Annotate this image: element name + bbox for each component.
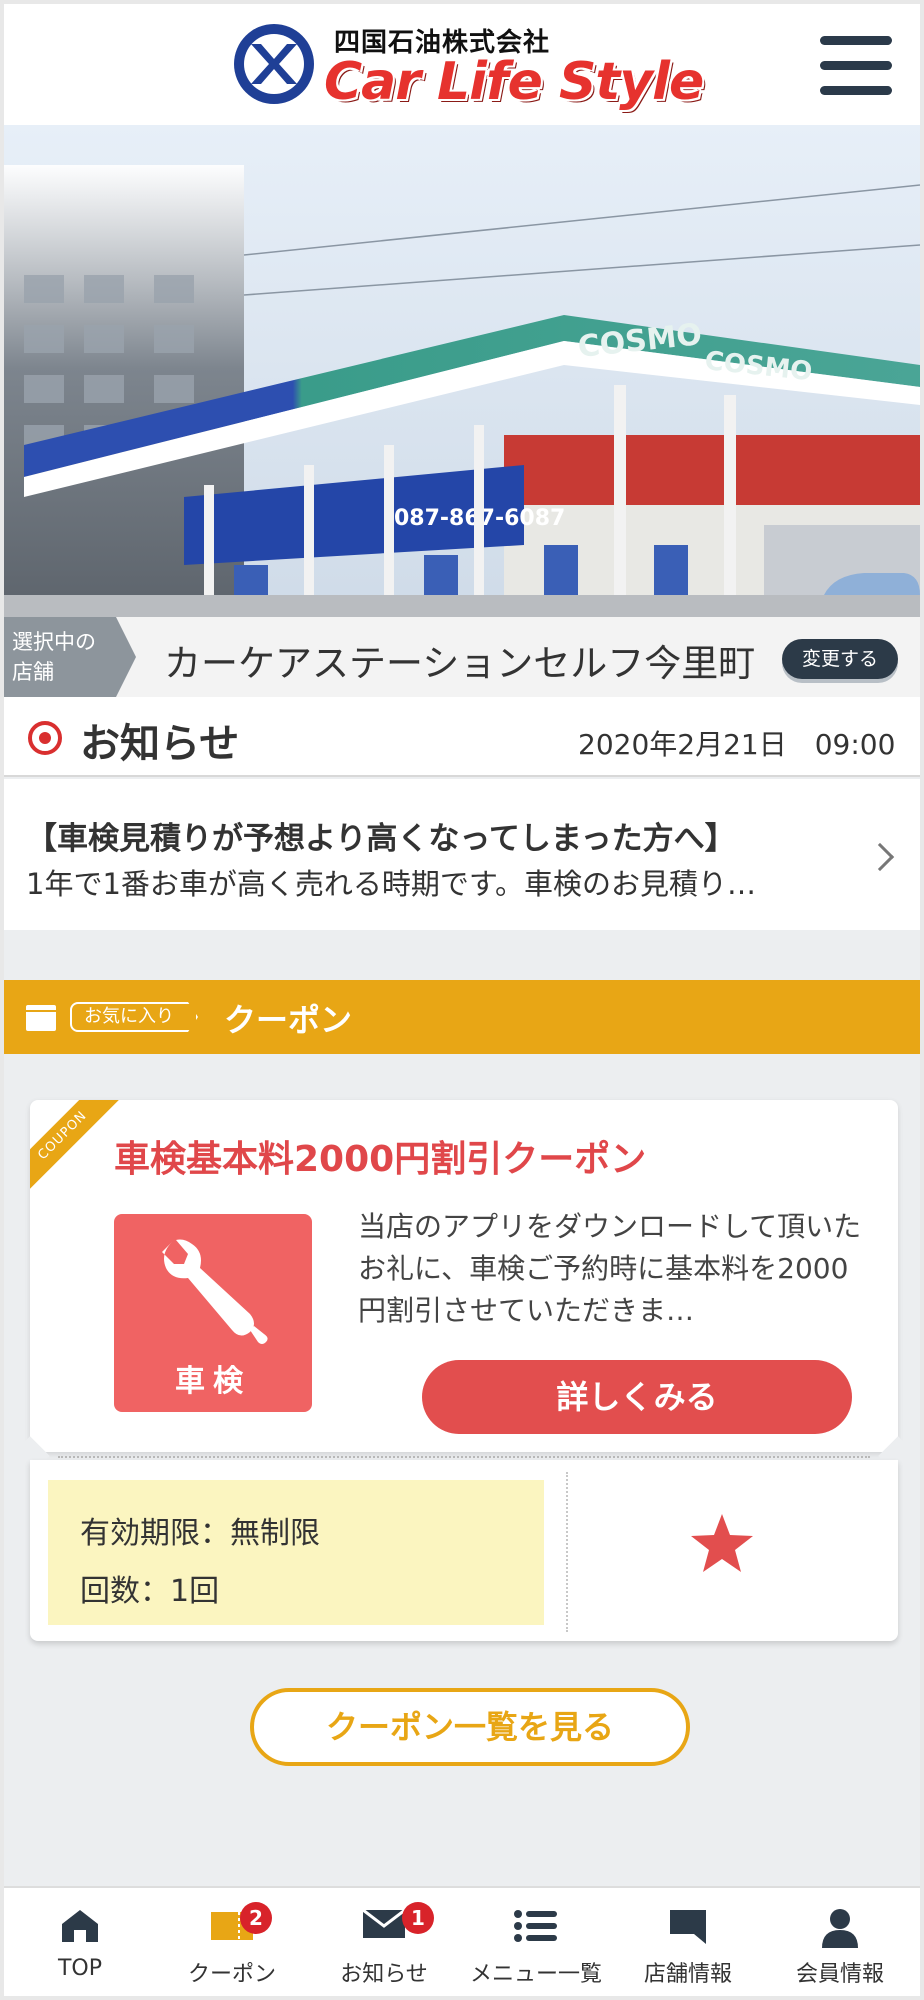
coupon-title: 車検基本料2000円割引クーポン <box>114 1139 647 1180</box>
tab-label: クーポン <box>187 1962 276 1987</box>
news-item[interactable]: 【車検見積りが予想より高くなってしまった方へ】 1年で1番お車が高く売れる時期で… <box>4 779 920 930</box>
mail-icon <box>362 1908 406 1938</box>
coupon-validity-box: 有効期限：無制限 回数：1回 <box>48 1480 544 1625</box>
tab-label: 店舗情報 <box>643 1962 732 1987</box>
news-title: お知らせ <box>80 721 240 767</box>
news-item-excerpt: 1年で1番お車が高く売れる時期です。車検のお見積り… <box>26 867 757 901</box>
news-date: 2020年2月21日 09:00 <box>578 728 896 761</box>
coupon-section-title: クーポン <box>224 1001 353 1039</box>
coupon-category-tile: 車検 <box>114 1214 312 1412</box>
app-screen: 四国石油株式会社 Car Life Style COSMO COSMO 選択中の… <box>4 4 920 1996</box>
favorite-tag: お気に入り <box>70 1002 198 1032</box>
ticket-icon <box>26 1005 56 1031</box>
selected-store-tag: 選択中の 店舗 <box>4 617 136 697</box>
store-icon <box>670 1910 706 1944</box>
tab-menu-list[interactable]: メニュー一覧 <box>460 1888 612 1996</box>
tab-top[interactable]: TOP <box>4 1888 156 1996</box>
news-header: お知らせ 2020年2月21日 09:00 <box>4 697 920 777</box>
coupon-ribbon-label: COUPON <box>30 1100 120 1190</box>
user-icon <box>822 1909 858 1948</box>
tab-store-info[interactable]: 店舗情報 <box>612 1888 764 1996</box>
news-item-title: 【車検見積りが予想より高くなってしまった方へ】 <box>26 821 736 857</box>
tab-coupon[interactable]: 2 クーポン <box>156 1888 308 1996</box>
tab-member-info[interactable]: 会員情報 <box>764 1888 916 1996</box>
home-icon <box>62 1910 98 1942</box>
logo-mark-icon <box>234 24 314 104</box>
coupon-ribbon: COUPON <box>30 1100 120 1190</box>
brand-name: Car Life Style <box>324 52 704 112</box>
bottom-tab-bar: TOP 2 クーポン 1 お知らせ メニュー一覧 店舗情報 会員情報 <box>4 1886 920 1996</box>
chevron-right-icon <box>865 842 895 872</box>
coupon-list-button[interactable]: クーポン一覧を見る <box>250 1688 690 1766</box>
hamburger-menu-icon[interactable] <box>820 34 892 98</box>
coupon-footer-divider <box>566 1472 568 1632</box>
store-name: カーケアステーションセルフ今里町 <box>164 642 756 685</box>
star-icon[interactable] <box>690 1512 754 1574</box>
news-badge: 1 <box>402 1902 434 1934</box>
coupon-perforation <box>58 1456 870 1458</box>
brand-logo[interactable]: 四国石油株式会社 Car Life Style <box>234 22 719 112</box>
coupon-description: 当店のアプリをダウンロードして頂いたお礼に、車検ご予約時に基本料を2000円割引… <box>358 1210 862 1327</box>
tab-label: お知らせ <box>340 1962 428 1987</box>
store-hero-image: COSMO COSMO 087-867-6087 <box>4 125 920 617</box>
coupon-card-body: COUPON 車検基本料2000円割引クーポン 車検 当店のアプリをダウンロード… <box>30 1100 898 1452</box>
change-store-button[interactable]: 変更する <box>782 639 898 679</box>
wrench-icon <box>162 1239 268 1344</box>
tab-label: メニュー一覧 <box>469 1962 602 1987</box>
selected-store-bar: 選択中の 店舗 カーケアステーションセルフ今里町 変更する <box>4 617 920 697</box>
app-header: 四国石油株式会社 Car Life Style <box>4 4 920 125</box>
coupon-expiry: 有効期限：無制限 <box>80 1516 320 1551</box>
coupon-category-label: 車検 <box>175 1364 251 1399</box>
tab-label: TOP <box>57 1956 103 1981</box>
coupon-detail-button[interactable]: 詳しくみる <box>422 1360 852 1434</box>
list-icon <box>514 1910 557 1942</box>
store-tag-line2: 店舗 <box>12 660 54 684</box>
coupon-card: COUPON 車検基本料2000円割引クーポン 車検 当店のアプリをダウンロード… <box>10 1100 918 1641</box>
tab-label: 会員情報 <box>795 1962 884 1987</box>
news-bullet-icon <box>28 721 62 755</box>
coupon-badge: 2 <box>240 1902 272 1934</box>
tab-news[interactable]: 1 お知らせ <box>308 1888 460 1996</box>
coupon-use-count: 回数：1回 <box>80 1574 220 1609</box>
store-tag-line1: 選択中の <box>12 630 96 654</box>
coupon-section-header: お気に入り クーポン <box>4 980 920 1054</box>
